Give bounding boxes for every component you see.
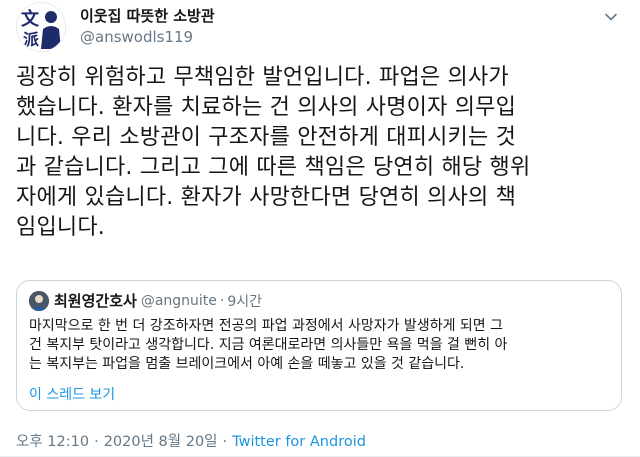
profile-avatar-icon[interactable]: 文 派 bbox=[16, 2, 66, 52]
chevron-down-icon[interactable] bbox=[600, 6, 622, 28]
show-thread-link[interactable]: 이 스레드 보기 bbox=[29, 384, 115, 404]
quoted-author-display-name: 최원영간호사 bbox=[54, 292, 137, 310]
quoted-separator: · bbox=[219, 292, 225, 309]
tweet-date[interactable]: 2020년 8월 20일 bbox=[104, 434, 218, 450]
tweet-source-link[interactable]: Twitter for Android bbox=[232, 434, 366, 450]
quoted-author-avatar-icon bbox=[29, 290, 49, 311]
tweet-header: 文 派 이웃집 따뜻한 소방관 @answodls119 bbox=[16, 0, 624, 56]
quoted-tweet-card[interactable]: 최원영간호사 @angnuite · 9시간 마지막으로 한 번 더 강조하자면… bbox=[16, 280, 622, 411]
quoted-timestamp: 9시간 bbox=[227, 293, 263, 310]
meta-separator: · bbox=[94, 434, 99, 450]
meta-separator-2: · bbox=[222, 434, 228, 450]
quoted-author-handle: @angnuite bbox=[140, 292, 217, 309]
svg-text:文: 文 bbox=[21, 8, 40, 30]
svg-text:派: 派 bbox=[23, 30, 40, 49]
tweet-metadata: 오후 12:10 · 2020년 8월 20일 · Twitter for Androi… bbox=[16, 430, 366, 451]
author-handle[interactable]: @answodls119 bbox=[80, 27, 215, 47]
tweet-time[interactable]: 오후 12:10 bbox=[16, 434, 89, 450]
author-display-name[interactable]: 이웃집 따뜻한 소방관 bbox=[80, 6, 215, 26]
tweet-text: 굉장히 위험하고 무책임한 발언입니다. 파업은 의사가 했습니다. 환자를 치… bbox=[16, 65, 531, 240]
quoted-tweet-text: 마지막으로 한 번 더 강조하자면 전공의 파업 과정에서 사망자가 발생하게 … bbox=[29, 318, 508, 372]
